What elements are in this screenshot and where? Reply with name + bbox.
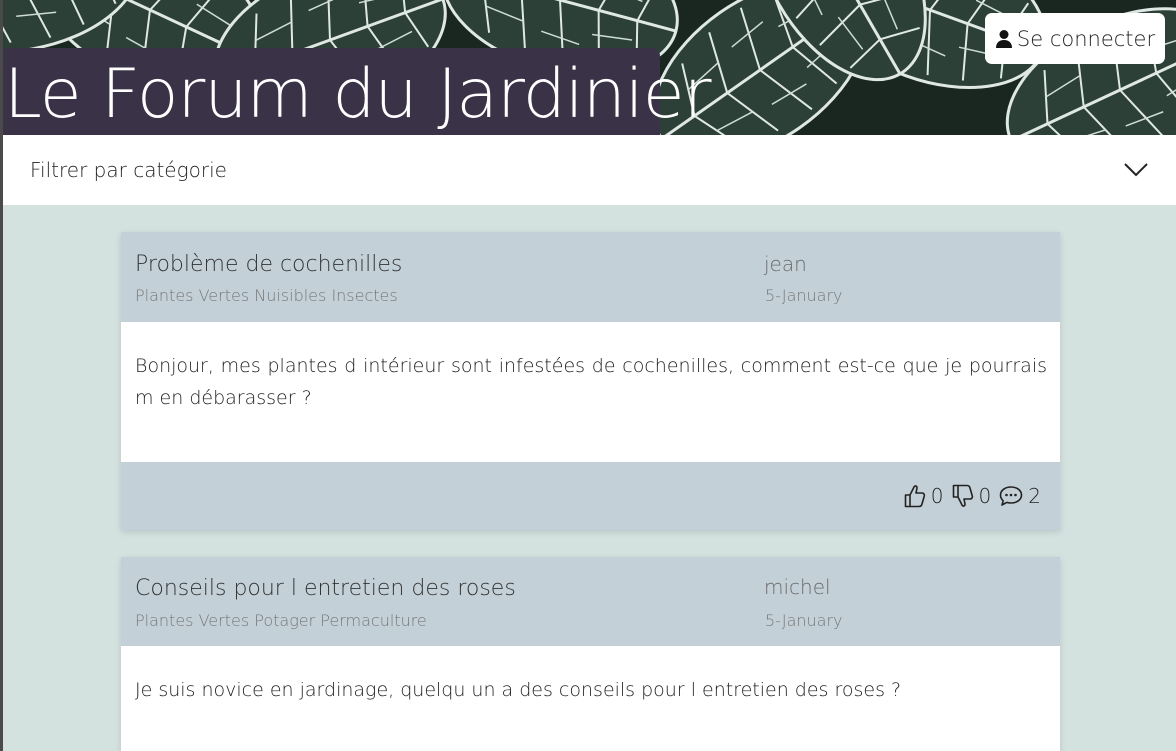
post-header: Problème de cochenilles Plantes Vertes N…: [121, 232, 1060, 322]
post-tags: Plantes Vertes Nuisibles Insectes: [135, 286, 398, 305]
thumbs-down-icon: [952, 484, 973, 507]
like-button[interactable]: 0: [904, 484, 944, 508]
comment-count: 2: [1028, 484, 1041, 508]
post-header: Conseils pour l entretien des roses Plan…: [121, 557, 1060, 646]
post-author[interactable]: michel: [764, 575, 831, 599]
comments-button[interactable]: 2: [999, 484, 1041, 508]
user-icon: [995, 29, 1012, 48]
post-body: Bonjour, mes plantes d intérieur sont in…: [121, 322, 1060, 462]
post-footer: 0 0 2: [121, 462, 1060, 530]
post-title[interactable]: Problème de cochenilles: [135, 252, 402, 277]
post-date: 5-January: [765, 611, 843, 630]
login-button-label: Se connecter: [1016, 26, 1156, 51]
login-button[interactable]: Se connecter: [985, 13, 1165, 64]
category-filter-label: Filtrer par catégorie: [30, 158, 227, 182]
post-card: Conseils pour l entretien des roses Plan…: [121, 557, 1060, 751]
thumbs-up-icon: [904, 485, 925, 508]
post-card: Problème de cochenilles Plantes Vertes N…: [121, 232, 1060, 530]
comment-icon: [999, 486, 1023, 506]
post-body: Je suis novice en jardinage, quelqu un a…: [121, 646, 1060, 751]
category-filter-dropdown[interactable]: Filtrer par catégorie: [3, 135, 1176, 205]
dislike-button[interactable]: 0: [952, 484, 992, 508]
post-author[interactable]: jean: [764, 252, 807, 276]
site-title: Le Forum du Jardinier: [4, 55, 712, 134]
dislike-count: 0: [978, 484, 992, 508]
post-title[interactable]: Conseils pour l entretien des roses: [135, 576, 516, 601]
post-tags: Plantes Vertes Potager Permaculture: [135, 611, 427, 630]
chevron-down-icon: [1124, 163, 1148, 177]
post-date: 5-January: [765, 286, 843, 305]
like-count: 0: [930, 484, 944, 508]
window-edge: [0, 0, 3, 751]
